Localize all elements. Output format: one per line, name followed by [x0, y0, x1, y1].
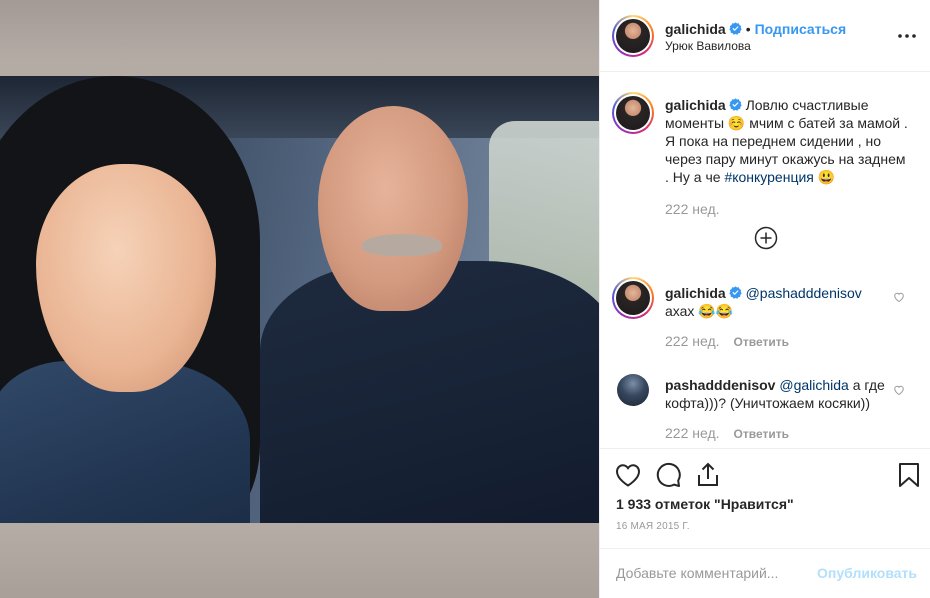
comment-meta: 222 нед. Ответить	[665, 425, 789, 441]
comment-heart-icon[interactable]	[893, 384, 905, 396]
comment-text: ахах 😂😂	[665, 303, 734, 319]
follow-button[interactable]: Подписаться	[755, 21, 847, 37]
comment-meta: 222 нед. Ответить	[665, 333, 789, 349]
caption-body: galichida Ловлю счастливые моменты ☺️ мч…	[665, 96, 913, 186]
post-panel: galichida • Подписаться Урюк Вавилова gali…	[599, 0, 930, 598]
comment-avatar[interactable]	[617, 374, 649, 406]
man-mustache	[362, 234, 442, 256]
like-heart-icon[interactable]	[614, 461, 642, 489]
comment-time[interactable]: 222 нед.	[665, 333, 720, 349]
share-icon[interactable]	[694, 461, 722, 489]
author-avatar[interactable]	[612, 15, 654, 57]
publish-button[interactable]: Опубликовать	[817, 565, 917, 581]
comment-mention[interactable]: @pashadddenisov	[746, 285, 862, 301]
caption-username[interactable]: galichida	[665, 97, 726, 113]
verified-badge-icon	[729, 286, 742, 299]
post-photo[interactable]	[0, 76, 599, 523]
comment-username[interactable]: pashadddenisov	[665, 377, 775, 393]
verified-badge-icon	[729, 22, 742, 35]
bookmark-icon[interactable]	[895, 461, 923, 489]
man-face	[318, 106, 468, 311]
post-header: galichida • Подписаться Урюк Вавилова	[600, 0, 930, 72]
add-comment-bar: Опубликовать	[600, 548, 930, 598]
author-username[interactable]: galichida	[665, 21, 726, 37]
post-media[interactable]	[0, 0, 599, 598]
plus-circle-icon[interactable]	[754, 226, 778, 250]
comment-avatar[interactable]	[612, 277, 654, 319]
caption-emoji: 😃	[817, 169, 836, 185]
comment-bubble-icon[interactable]	[654, 461, 682, 489]
caption-hashtag[interactable]: #конкуренция	[724, 169, 813, 185]
comments-list[interactable]: galichida Ловлю счастливые моменты ☺️ мч…	[600, 73, 930, 447]
header-dot-separator: •	[745, 21, 751, 37]
caption-time[interactable]: 222 нед.	[665, 201, 720, 217]
comment-username[interactable]: galichida	[665, 285, 726, 301]
woman-face	[36, 164, 216, 392]
reply-button[interactable]: Ответить	[734, 427, 789, 441]
comment-body: galichida @pashadddenisov ахах 😂😂	[665, 284, 913, 320]
post-actions: 1 933 отметок "Нравится" 16 мая 2015 г.	[600, 448, 930, 548]
more-horizontal-icon[interactable]	[897, 28, 917, 44]
caption-avatar[interactable]	[612, 92, 654, 134]
comment-mention[interactable]: @galichida	[779, 377, 848, 393]
comment-body: pashadddenisov @galichida а где кофта)))…	[665, 376, 913, 412]
post-date[interactable]: 16 мая 2015 г.	[616, 521, 690, 532]
comment-time[interactable]: 222 нед.	[665, 425, 720, 441]
comment-input[interactable]	[616, 565, 816, 581]
likes-count[interactable]: 1 933 отметок "Нравится"	[616, 496, 794, 512]
post-location[interactable]: Урюк Вавилова	[665, 39, 751, 53]
reply-button[interactable]: Ответить	[734, 335, 789, 349]
verified-badge-icon	[729, 98, 742, 111]
header-title-row: galichida • Подписаться	[665, 21, 846, 37]
comment-heart-icon[interactable]	[893, 291, 905, 303]
